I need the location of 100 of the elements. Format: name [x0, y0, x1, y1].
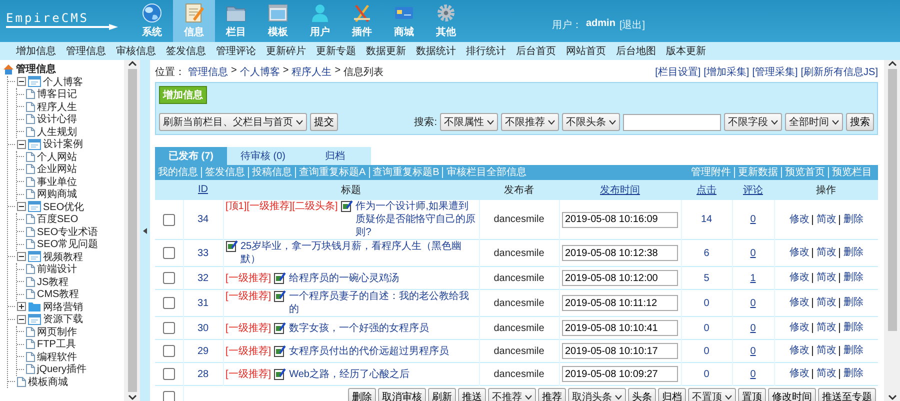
document-pencil-icon[interactable]: [274, 344, 286, 356]
action-link[interactable]: 删除: [839, 298, 866, 308]
action-link[interactable]: 删除: [839, 273, 866, 283]
time-field[interactable]: 2019-05-08 10:16:09: [562, 212, 678, 228]
menu-item[interactable]: 更新专题: [316, 44, 356, 58]
menu-item[interactable]: 增加信息: [16, 44, 56, 58]
action-link[interactable]: 简改: [812, 298, 840, 308]
scrollbar-thumb[interactable]: [888, 69, 896, 331]
menu-item[interactable]: 数据统计: [416, 44, 456, 58]
menu-item[interactable]: 排行统计: [466, 44, 506, 58]
tree-item[interactable]: 博客日记: [37, 87, 77, 102]
action-link[interactable]: [增加采集]: [704, 65, 750, 79]
checkbox[interactable]: [162, 247, 175, 259]
menu-item[interactable]: 数据更新: [366, 44, 406, 58]
collapse-icon[interactable]: [17, 252, 26, 262]
time-field[interactable]: 2019-05-08 10:10:17: [562, 343, 678, 359]
document-pencil-icon[interactable]: [274, 290, 286, 302]
action-link[interactable]: [管理采集]: [752, 65, 798, 79]
action-button[interactable]: 搜索: [846, 113, 874, 131]
action-link[interactable]: 简改: [812, 369, 840, 379]
checkbox[interactable]: [162, 345, 175, 357]
tree-item[interactable]: 人生规划: [37, 124, 77, 139]
action-link[interactable]: [刷新所有信息JS]: [800, 65, 878, 79]
tree-item[interactable]: 视频教程: [43, 250, 83, 264]
document-pencil-icon[interactable]: [274, 272, 286, 284]
tree-item[interactable]: 事业单位: [37, 174, 77, 189]
menu-item[interactable]: 网站首页: [566, 44, 606, 58]
menu-item[interactable]: 更新碎片: [266, 44, 306, 58]
action-link[interactable]: 删除: [839, 214, 866, 224]
article-title-link[interactable]: Web之路，经历了心酸之后: [289, 368, 476, 380]
tree-item[interactable]: 程序人生: [37, 100, 77, 114]
action-link[interactable]: 修改: [786, 369, 812, 379]
tree-item[interactable]: 模板商城: [28, 374, 68, 389]
action-link[interactable]: 简改: [812, 248, 840, 258]
dropdown[interactable]: 不限头条: [562, 113, 620, 131]
time-field[interactable]: 2019-05-08 10:12:38: [562, 245, 678, 261]
menu-item[interactable]: 管理评论: [216, 44, 256, 58]
tree-item[interactable]: FTP工具: [37, 337, 76, 352]
tree-item[interactable]: 编程软件: [37, 350, 77, 364]
tree-item[interactable]: SEO优化: [43, 200, 84, 214]
column-header[interactable]: 发布时间: [600, 184, 640, 196]
dropdown[interactable]: 不限推荐: [501, 113, 559, 131]
scroll-down-icon[interactable]: [128, 394, 136, 401]
comment-count-link[interactable]: 0: [750, 214, 756, 225]
article-title-link[interactable]: 作为一个设计师,如果遭到质疑你是否能恪守自己的原则?: [356, 200, 476, 239]
tree-item[interactable]: 网络营销: [43, 300, 83, 314]
action-link[interactable]: 删除: [839, 346, 866, 356]
tree-item[interactable]: CMS教程: [37, 287, 80, 302]
dropdown[interactable]: 取消头条: [568, 388, 626, 401]
column-header[interactable]: ID: [198, 184, 208, 195]
menu-item[interactable]: 签发信息: [166, 44, 206, 58]
article-title-link[interactable]: 一个程序员妻子的自述：我的老公教给我的: [289, 290, 476, 316]
action-link[interactable]: [栏目设置]: [655, 65, 701, 79]
collapse-icon[interactable]: [17, 202, 26, 212]
action-link[interactable]: 修改: [786, 273, 812, 283]
time-field[interactable]: 2019-05-08 10:10:41: [562, 320, 678, 336]
action-link[interactable]: 简改: [812, 323, 840, 333]
scrollbar-thumb[interactable]: [128, 69, 136, 392]
action-link[interactable]: 修改: [786, 298, 812, 308]
action-link[interactable]: 简改: [812, 346, 840, 356]
menu-item[interactable]: 后台首页: [516, 44, 556, 58]
action-link[interactable]: 删除: [839, 248, 866, 258]
article-title-link[interactable]: 给程序员的一碗心灵鸡汤: [289, 272, 476, 284]
tree-item[interactable]: 企业网站: [37, 162, 77, 176]
action-link[interactable]: 修改: [786, 214, 812, 224]
tab[interactable]: 待审核 (0): [227, 147, 299, 165]
checkbox[interactable]: [162, 322, 175, 334]
checkbox[interactable]: [162, 368, 175, 380]
tree-item[interactable]: 百度SEO: [37, 212, 78, 226]
document-pencil-icon[interactable]: [274, 368, 286, 380]
time-field[interactable]: 2019-05-08 10:09:27: [562, 366, 678, 382]
checkbox[interactable]: [162, 214, 175, 226]
scroll-down-icon[interactable]: [888, 394, 896, 401]
action-link[interactable]: 简改: [812, 273, 840, 283]
breadcrumb-link[interactable]: 个人博客: [240, 65, 280, 79]
action-link[interactable]: 修改: [786, 346, 812, 356]
tree-item[interactable]: SEO常见问题: [37, 237, 98, 252]
comment-count-link[interactable]: 0: [750, 322, 756, 334]
tree-item[interactable]: JS教程: [37, 274, 69, 289]
tree-item[interactable]: 资源下载: [43, 312, 83, 326]
article-title-link[interactable]: 女程序员付出的代价远超过男程序员: [289, 344, 476, 358]
tree-item[interactable]: 设计心得: [37, 112, 77, 126]
action-link[interactable]: 简改: [812, 214, 840, 224]
comment-count-link[interactable]: 0: [750, 248, 756, 258]
action-button[interactable]: 头条: [628, 388, 656, 401]
comment-count-link[interactable]: 0: [750, 298, 756, 308]
dropdown[interactable]: 不限字段: [724, 113, 782, 131]
scroll-up-icon[interactable]: [128, 60, 136, 67]
action-link[interactable]: 删除: [839, 323, 866, 333]
menu-item[interactable]: 管理信息: [66, 44, 106, 58]
menu-item[interactable]: 版本更新: [666, 44, 706, 58]
action-link[interactable]: 删除: [839, 369, 866, 379]
time-field[interactable]: 2019-05-08 10:12:00: [562, 270, 678, 286]
tree-item[interactable]: 前端设计: [37, 262, 77, 276]
select-all-checkbox[interactable]: [162, 391, 175, 401]
collapse-icon[interactable]: [17, 314, 26, 324]
submit-button[interactable]: 提交: [310, 113, 338, 131]
collapse-icon[interactable]: [17, 140, 26, 149]
breadcrumb-link[interactable]: 管理信息: [188, 65, 228, 79]
menu-item[interactable]: 后台地图: [616, 44, 656, 58]
